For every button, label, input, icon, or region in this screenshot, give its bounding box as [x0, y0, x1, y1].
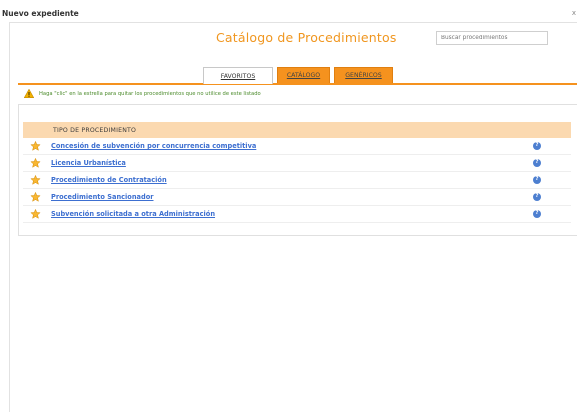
- table-header: TIPO DE PROCEDIMIENTO: [23, 122, 571, 138]
- help-icon[interactable]: ?: [533, 159, 541, 167]
- star-icon[interactable]: [30, 209, 41, 219]
- tab-genericos[interactable]: GENÉRICOS: [334, 67, 393, 83]
- star-icon[interactable]: [30, 141, 41, 151]
- procedure-link[interactable]: Licencia Urbanística: [51, 159, 126, 167]
- notice-text: Haga "clic" en la estrella para quitar l…: [39, 90, 261, 97]
- search-input[interactable]: [436, 31, 548, 45]
- table-row: Subvención solicitada a otra Administrac…: [23, 206, 571, 223]
- help-icon[interactable]: ?: [533, 176, 541, 184]
- procedure-link[interactable]: Subvención solicitada a otra Administrac…: [51, 210, 215, 218]
- help-icon[interactable]: ?: [533, 193, 541, 201]
- star-icon[interactable]: [30, 175, 41, 185]
- table-row: Procedimiento de Contratación ?: [23, 172, 571, 189]
- procedure-link[interactable]: Procedimiento Sancionador: [51, 193, 154, 201]
- table-row: Procedimiento Sancionador ?: [23, 189, 571, 206]
- help-icon[interactable]: ?: [533, 210, 541, 218]
- star-icon[interactable]: [30, 158, 41, 168]
- tab-catalogo[interactable]: CATÁLOGO: [277, 67, 330, 83]
- page-title: Catálogo de Procedimientos: [216, 30, 397, 45]
- procedure-link[interactable]: Procedimiento de Contratación: [51, 176, 167, 184]
- tab-bar-underline: [18, 83, 577, 85]
- warning-icon: [24, 89, 34, 98]
- window-title: Nuevo expediente: [2, 9, 79, 18]
- procedure-link[interactable]: Concesión de subvención por concurrencia…: [51, 142, 256, 150]
- table-row: Concesión de subvención por concurrencia…: [23, 138, 571, 155]
- table-row: Licencia Urbanística ?: [23, 155, 571, 172]
- notice: Haga "clic" en la estrella para quitar l…: [24, 89, 261, 98]
- tab-favoritos[interactable]: FAVORITOS: [203, 67, 273, 84]
- star-icon[interactable]: [30, 192, 41, 202]
- close-icon[interactable]: x: [572, 9, 576, 17]
- help-icon[interactable]: ?: [533, 142, 541, 150]
- table-header-label: TIPO DE PROCEDIMIENTO: [53, 126, 137, 134]
